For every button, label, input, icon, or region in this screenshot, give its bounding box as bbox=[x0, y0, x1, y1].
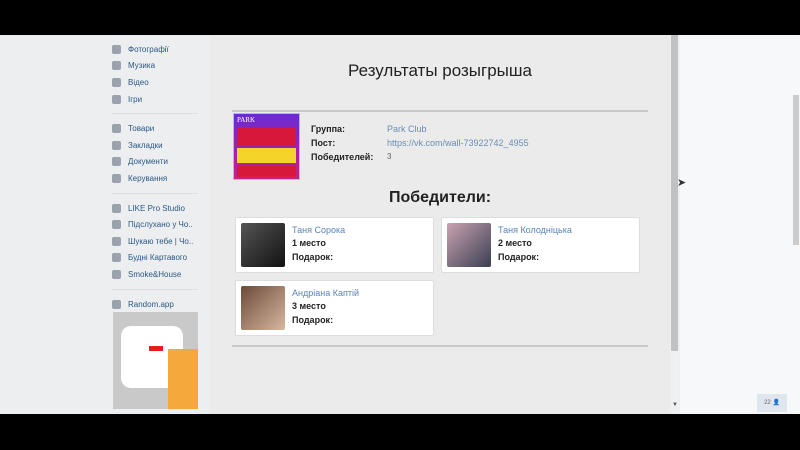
sidebar-item[interactable]: Закладки bbox=[100, 137, 210, 154]
apps-icon bbox=[112, 299, 121, 309]
page-title: Результаты розыгрыша bbox=[348, 61, 532, 80]
sidebar-item-label: Фотографії bbox=[128, 44, 169, 54]
ad-corner bbox=[168, 349, 198, 409]
winner-gift: Подарок: bbox=[292, 252, 334, 262]
sidebar-item-label: Random.app bbox=[128, 299, 174, 309]
vk-page: Фотографії Музика Відео Ігри Товари Закладки Д… bbox=[0, 35, 800, 414]
avatar[interactable] bbox=[447, 223, 491, 267]
sidebar-item-label: Товари bbox=[128, 124, 155, 134]
group-icon bbox=[112, 236, 121, 246]
sidebar-item[interactable]: Smoke&House bbox=[100, 266, 210, 283]
sidebar-item-label: Відео bbox=[128, 77, 149, 87]
group-link[interactable]: Park Club bbox=[387, 124, 427, 138]
document-icon bbox=[112, 157, 121, 167]
sidebar-item-label: Smoke&House bbox=[128, 269, 182, 279]
winner-place: 3 место bbox=[292, 301, 326, 311]
winner-card: Андріана Каптій 3 место Подарок: bbox=[235, 280, 434, 336]
app-scrollbar[interactable]: ▼ bbox=[670, 35, 679, 414]
group-icon bbox=[112, 203, 121, 213]
online-friends-badge[interactable]: 22 👤 bbox=[757, 394, 787, 412]
post-label: Пост: bbox=[311, 138, 336, 148]
scroll-down-arrow-icon[interactable]: ▼ bbox=[672, 402, 678, 408]
winners-count-label: Победителей: bbox=[311, 152, 374, 162]
sidebar-item[interactable]: Будні Картавого bbox=[100, 250, 210, 267]
sidebar-item[interactable]: Музика bbox=[100, 58, 210, 75]
ad-banner[interactable] bbox=[113, 312, 198, 409]
winner-place: 1 место bbox=[292, 238, 326, 248]
page-scrollbar[interactable] bbox=[793, 95, 799, 245]
friends-count: 22 bbox=[764, 400, 771, 406]
gamepad-icon bbox=[112, 94, 121, 104]
post-link[interactable]: https://vk.com/wall-73922742_4955 bbox=[387, 138, 529, 152]
winner-gift: Подарок: bbox=[292, 315, 334, 325]
group-icon bbox=[112, 269, 121, 279]
bag-icon bbox=[112, 124, 121, 134]
sidebar-item[interactable]: Керування bbox=[100, 170, 210, 187]
star-icon bbox=[112, 140, 121, 150]
scrollbar-thumb[interactable] bbox=[671, 35, 678, 351]
post-cover-image: PARK bbox=[233, 113, 300, 180]
winner-card: Таня Колодніцька 2 место Подарок: bbox=[441, 217, 640, 273]
sidebar-item-label: LIKE Pro Studio bbox=[128, 203, 185, 213]
sidebar-item-label: Підслухано у Чо.. bbox=[128, 220, 193, 230]
winner-gift: Подарок: bbox=[498, 252, 540, 262]
group-label: Группа: bbox=[311, 124, 346, 134]
sidebar-item[interactable]: Товари bbox=[100, 120, 210, 137]
sidebar-divider bbox=[112, 192, 198, 194]
raffle-info: Группа: Park Club Пост: https://vk.com/wal… bbox=[311, 124, 529, 166]
divider bbox=[232, 345, 648, 347]
sidebar-item[interactable]: Random.app bbox=[100, 296, 210, 313]
winners-heading: Победители: bbox=[388, 189, 492, 206]
winner-name-link[interactable]: Андріана Каптій bbox=[292, 288, 359, 298]
sidebar-item-label: Закладки bbox=[128, 140, 163, 150]
sidebar-item-label: Ігри bbox=[128, 94, 143, 104]
divider bbox=[232, 110, 648, 112]
winners-count-value: 3 bbox=[387, 152, 392, 161]
sidebar-divider bbox=[112, 288, 198, 290]
winner-place: 2 место bbox=[498, 238, 532, 248]
sidebar-item-label: Документи bbox=[128, 157, 168, 167]
right-area bbox=[680, 35, 800, 414]
sidebar-item-label: Музика bbox=[128, 61, 156, 71]
cover-logo-text: PARK bbox=[237, 116, 256, 124]
sidebar-divider bbox=[112, 113, 198, 115]
sidebar-item[interactable]: Відео bbox=[100, 74, 210, 91]
sidebar-item[interactable]: Шукаю тебе | Чо.. bbox=[100, 233, 210, 250]
camera-icon bbox=[112, 44, 121, 54]
sidebar-item-label: Будні Картавого bbox=[128, 253, 188, 263]
left-sidebar: Фотографії Музика Відео Ігри Товари Закладки Д… bbox=[100, 35, 210, 414]
sidebar-item-label: Шукаю тебе | Чо.. bbox=[128, 236, 194, 246]
sidebar-item[interactable]: Фотографії bbox=[100, 41, 210, 58]
winner-card: Таня Сорока 1 место Подарок: bbox=[235, 217, 434, 273]
sidebar-item[interactable]: Ігри bbox=[100, 91, 210, 108]
sidebar-item[interactable]: Підслухано у Чо.. bbox=[100, 216, 210, 233]
avatar[interactable] bbox=[241, 286, 285, 330]
winner-name-link[interactable]: Таня Сорока bbox=[292, 225, 345, 235]
sidebar-item-label: Керування bbox=[128, 173, 168, 183]
group-icon bbox=[112, 220, 121, 230]
app-frame: Результаты розыгрыша PARK Группа: Park Cl… bbox=[210, 35, 670, 414]
music-icon bbox=[112, 61, 121, 71]
gamepad-icon bbox=[112, 173, 121, 183]
sidebar-item[interactable]: LIKE Pro Studio bbox=[100, 200, 210, 217]
sidebar-item[interactable]: Документи bbox=[100, 154, 210, 171]
winner-name-link[interactable]: Таня Колодніцька bbox=[498, 225, 572, 235]
mouse-cursor-icon: ➤ bbox=[677, 177, 687, 189]
avatar[interactable] bbox=[241, 223, 285, 267]
video-icon bbox=[112, 77, 121, 87]
logo-patch bbox=[149, 346, 163, 351]
person-icon: 👤 bbox=[772, 400, 780, 406]
group-icon bbox=[112, 253, 121, 263]
